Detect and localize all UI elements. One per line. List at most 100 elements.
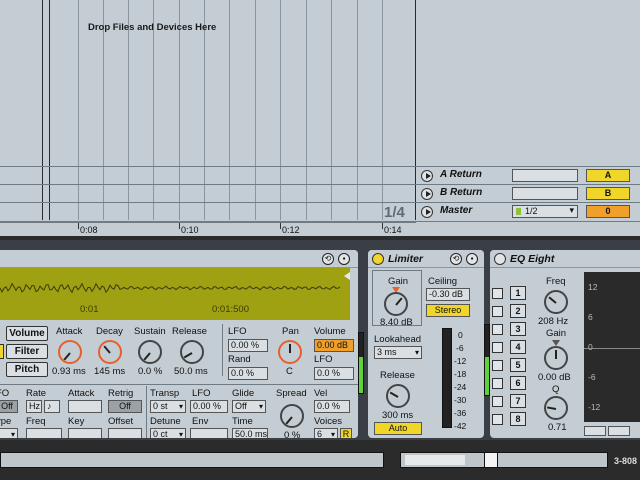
rate-hz-button[interactable]: Hz	[26, 400, 42, 413]
track-activator[interactable]: 0	[586, 205, 630, 218]
arrangement-view[interactable]: Drop Files and Devices Here 1/4 A Return…	[0, 0, 640, 236]
decay-knob[interactable]	[98, 340, 122, 364]
lfo-volume-field[interactable]: 0.0 %	[314, 367, 354, 380]
eq-curve-display[interactable]: 12 6 0 -6 -12	[584, 272, 640, 422]
ceiling-label: Ceiling	[428, 276, 458, 287]
band-button[interactable]: 7	[510, 394, 526, 408]
track-io-field[interactable]	[512, 169, 578, 182]
band-enable-checkbox[interactable]	[492, 324, 503, 335]
glide-select[interactable]: Off	[232, 400, 266, 413]
track-activator[interactable]: A	[586, 169, 630, 182]
track-activator[interactable]: B	[586, 187, 630, 200]
key-field[interactable]	[68, 428, 102, 438]
play-icon[interactable]	[421, 188, 433, 200]
band-button[interactable]: 8	[510, 412, 526, 426]
arrangement-overview[interactable]	[400, 452, 608, 468]
loop-start-marker[interactable]	[42, 0, 43, 220]
band-button[interactable]: 2	[510, 304, 526, 318]
band-enable-checkbox[interactable]	[492, 342, 503, 353]
hot-swap-icon[interactable]: ⟲	[450, 253, 462, 265]
play-icon[interactable]	[421, 206, 433, 218]
band-button[interactable]: 4	[510, 340, 526, 354]
pan-knob[interactable]	[278, 340, 302, 364]
freq-knob[interactable]	[544, 290, 568, 314]
freq-field[interactable]	[26, 428, 62, 438]
detune-field[interactable]: 0 ct	[150, 428, 186, 438]
retrigger-toggle[interactable]: R	[340, 428, 352, 438]
release-knob[interactable]	[180, 340, 204, 364]
attack-knob[interactable]	[58, 340, 82, 364]
lfo-amount-field[interactable]: 0.00 %	[228, 339, 268, 352]
sustain-label: Sustain	[134, 326, 166, 337]
play-icon[interactable]	[421, 170, 433, 182]
pitch-lfo-field[interactable]: 0.00 %	[190, 400, 228, 413]
meter-scale-label: -6	[456, 343, 464, 353]
gain-knob[interactable]	[384, 292, 408, 316]
limiter-title-bar[interactable]: Limiter ⟲ ▪	[368, 250, 484, 268]
grid-line	[204, 0, 205, 220]
env-field[interactable]	[190, 428, 228, 438]
sustain-knob[interactable]	[138, 340, 162, 364]
rate-sync-button[interactable]: ♪	[44, 400, 60, 413]
save-preset-icon[interactable]: ▪	[466, 253, 478, 265]
band-enable-checkbox[interactable]	[492, 306, 503, 317]
sampler-device: ⟲ ▪ 0:01 0:01:500 Volume Filter Pitch At…	[0, 250, 358, 438]
time-field[interactable]: 50.0 ms	[232, 428, 268, 438]
release-knob[interactable]	[386, 384, 410, 408]
filter-shape-lowcut-button[interactable]	[584, 426, 606, 436]
transp-field[interactable]: 0 st	[150, 400, 186, 413]
save-preset-icon[interactable]: ▪	[338, 253, 350, 265]
track-row-b-return[interactable]: B Return B	[416, 184, 640, 202]
lookahead-select[interactable]: 3 ms	[374, 346, 422, 359]
rand-field[interactable]: 0.0 %	[228, 367, 268, 380]
loop-end-marker[interactable]	[49, 0, 50, 220]
offset-field[interactable]	[108, 428, 142, 438]
overview-window[interactable]	[484, 452, 498, 468]
volume-tab-button[interactable]: Volume	[6, 326, 48, 341]
wave-marker: 0:01:500	[212, 304, 249, 315]
band-button[interactable]: 3	[510, 322, 526, 336]
retrig-toggle[interactable]: Off	[108, 400, 142, 413]
time-ruler[interactable]: 0:08 0:10 0:12 0:14	[0, 222, 416, 236]
ceiling-field[interactable]: -0.30 dB	[426, 288, 470, 301]
stereo-toggle[interactable]: Stereo	[426, 304, 470, 317]
grid-line	[280, 0, 281, 220]
vel-field[interactable]: 0.0 %	[314, 400, 350, 413]
key-label: Key	[68, 416, 85, 427]
track-row-a-return[interactable]: A Return A	[416, 166, 640, 184]
auto-release-toggle[interactable]: Auto	[374, 422, 422, 435]
q-knob[interactable]	[544, 396, 568, 420]
lfo-type-select[interactable]	[0, 428, 18, 438]
lfo-attack-field[interactable]	[68, 400, 102, 413]
eq-title-bar[interactable]: EQ Eight	[490, 250, 640, 268]
filter-shape-shelf-button[interactable]	[608, 426, 630, 436]
spread-knob[interactable]	[280, 404, 304, 428]
volume-field[interactable]: 0.00 dB	[314, 339, 354, 352]
band-button[interactable]: 1	[510, 286, 526, 300]
sample-waveform[interactable]: 0:01 0:01:500	[0, 268, 350, 320]
band-button[interactable]: 6	[510, 376, 526, 390]
sampler-title-bar[interactable]: ⟲ ▪	[0, 250, 358, 268]
hot-swap-icon[interactable]: ⟲	[322, 253, 334, 265]
band-button[interactable]: 5	[510, 358, 526, 372]
track-io-field[interactable]	[512, 187, 578, 200]
band-enable-checkbox[interactable]	[492, 288, 503, 299]
power-icon[interactable]	[372, 253, 384, 265]
eq-gain-knob[interactable]	[544, 346, 568, 370]
meter-scale-label: -42	[454, 421, 467, 431]
band-enable-checkbox[interactable]	[492, 414, 503, 425]
band-enable-checkbox[interactable]	[492, 378, 503, 389]
master-output-select[interactable]: 1/2	[512, 205, 578, 218]
band-enable-checkbox[interactable]	[492, 396, 503, 407]
voices-select[interactable]: 6	[314, 428, 338, 438]
track-row-master[interactable]: Master 1/2 0	[416, 202, 640, 220]
lfo-off-toggle[interactable]: Off	[0, 400, 18, 413]
decay-value: 145 ms	[94, 366, 126, 377]
filter-tab-button[interactable]: Filter	[6, 344, 48, 359]
pitch-tab-button[interactable]: Pitch	[6, 362, 48, 377]
limiter-title: Limiter	[388, 253, 424, 265]
band-enable-checkbox[interactable]	[492, 360, 503, 371]
horizontal-scrollbar[interactable]	[0, 452, 384, 468]
spread-value: 0 %	[284, 430, 301, 438]
power-icon[interactable]	[494, 253, 506, 265]
